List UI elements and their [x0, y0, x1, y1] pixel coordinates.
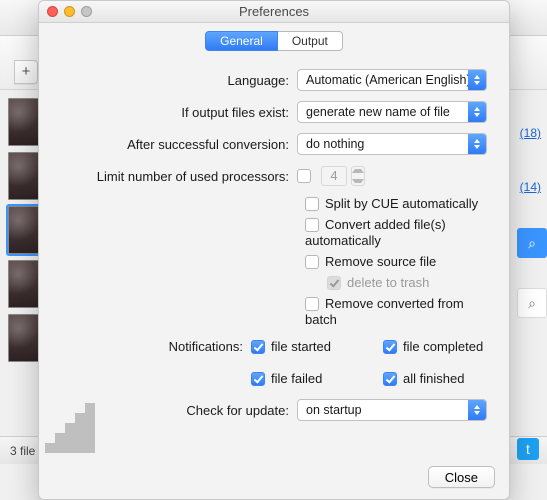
- filefailed-checkbox[interactable]: [251, 372, 265, 386]
- list-item[interactable]: [8, 152, 42, 200]
- afterconv-value: do nothing: [298, 137, 468, 151]
- deletetrash-label: delete to trash: [347, 275, 429, 290]
- convertauto-label: Convert added file(s) automatically: [305, 217, 446, 248]
- filestarted-checkbox[interactable]: [251, 340, 265, 354]
- screen: + (18) (14) ⌕ ⌕ 3 file t Preferences Gen…: [0, 0, 547, 500]
- checkupdate-select[interactable]: on startup: [297, 399, 487, 421]
- language-select[interactable]: Automatic (American English): [297, 69, 487, 91]
- language-label: Language:: [55, 73, 297, 88]
- footer: Close: [39, 455, 509, 499]
- deletetrash-checkbox: [327, 276, 341, 290]
- preferences-body: Language: Automatic (American English) I…: [39, 57, 509, 439]
- limitproc-label: Limit number of used processors:: [55, 169, 297, 184]
- search-icon[interactable]: ⌕: [517, 228, 547, 258]
- limitproc-stepper[interactable]: [351, 166, 365, 186]
- bg-link[interactable]: (14): [520, 180, 541, 194]
- ifexist-label: If output files exist:: [55, 105, 297, 120]
- twitter-icon[interactable]: t: [517, 438, 539, 460]
- preferences-window: Preferences General Output Language: Aut…: [38, 0, 510, 500]
- minimize-window-icon[interactable]: [64, 6, 75, 17]
- chevron-updown-icon: [468, 400, 486, 420]
- options-group: Split by CUE automatically Convert added…: [305, 195, 493, 327]
- resize-grip-icon: [45, 393, 105, 453]
- list-item[interactable]: [8, 206, 42, 254]
- allfinished-label: all finished: [403, 371, 464, 386]
- thumbnail-strip: [8, 98, 42, 368]
- limitproc-value: 4: [321, 166, 347, 186]
- filefailed-label: file failed: [271, 371, 322, 386]
- bg-link[interactable]: (18): [520, 126, 541, 140]
- ifexist-select[interactable]: generate new name of file: [297, 101, 487, 123]
- removesource-checkbox[interactable]: [305, 255, 319, 269]
- removesource-label: Remove source file: [325, 254, 436, 269]
- afterconv-select[interactable]: do nothing: [297, 133, 487, 155]
- ifexist-value: generate new name of file: [298, 105, 468, 119]
- tab-bar: General Output: [39, 23, 509, 57]
- list-item[interactable]: [8, 314, 42, 362]
- afterconv-label: After successful conversion:: [55, 137, 297, 152]
- chevron-updown-icon: [468, 102, 486, 122]
- checkupdate-value: on startup: [298, 403, 468, 417]
- list-item[interactable]: [8, 98, 42, 146]
- zoom-window-icon: [81, 6, 92, 17]
- filecompleted-label: file completed: [403, 339, 483, 354]
- tab-general[interactable]: General: [205, 31, 278, 51]
- list-item[interactable]: [8, 260, 42, 308]
- search-icon[interactable]: ⌕: [517, 288, 547, 318]
- filecompleted-checkbox[interactable]: [383, 340, 397, 354]
- filestarted-label: file started: [271, 339, 331, 354]
- status-text: 3 file: [10, 444, 35, 458]
- chevron-updown-icon: [468, 70, 486, 90]
- splitcue-checkbox[interactable]: [305, 197, 319, 211]
- tab-output[interactable]: Output: [278, 31, 343, 51]
- notifications-label: Notifications:: [55, 339, 251, 354]
- limitproc-checkbox[interactable]: [297, 169, 311, 183]
- removebatch-label: Remove converted from batch: [305, 296, 464, 327]
- convertauto-checkbox[interactable]: [305, 218, 319, 232]
- language-value: Automatic (American English): [298, 73, 468, 87]
- splitcue-label: Split by CUE automatically: [325, 196, 478, 211]
- close-window-icon[interactable]: [47, 6, 58, 17]
- allfinished-checkbox[interactable]: [383, 372, 397, 386]
- add-button[interactable]: +: [14, 60, 38, 84]
- chevron-updown-icon: [468, 134, 486, 154]
- close-button[interactable]: Close: [428, 466, 495, 488]
- titlebar: Preferences: [39, 1, 509, 23]
- window-title: Preferences: [239, 4, 309, 19]
- removebatch-checkbox[interactable]: [305, 297, 319, 311]
